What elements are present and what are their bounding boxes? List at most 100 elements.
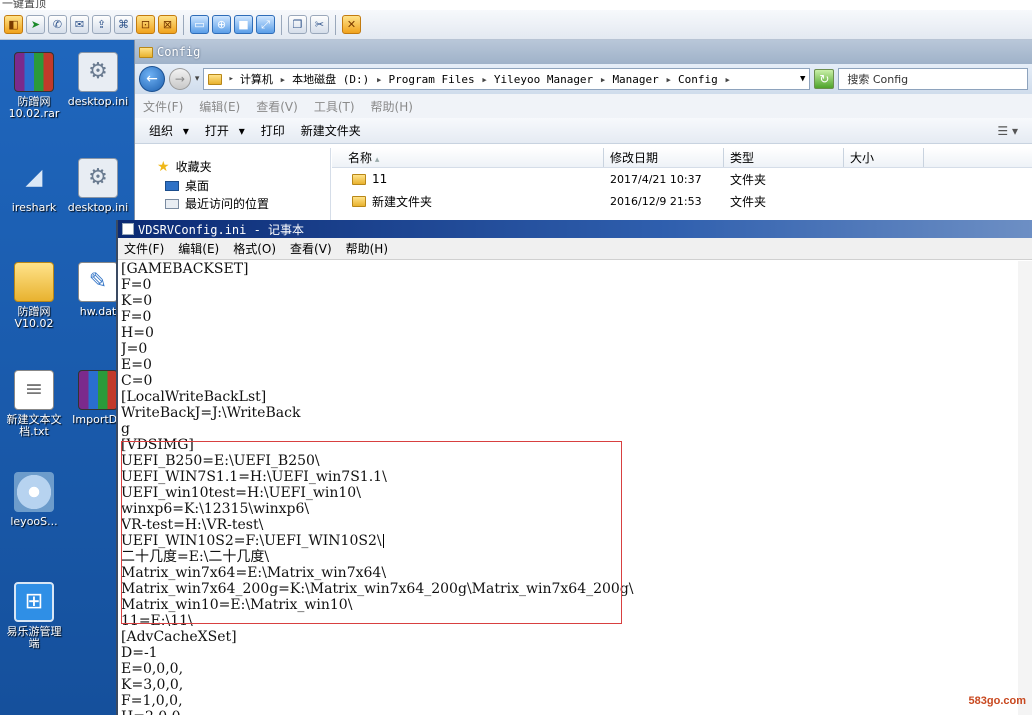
column-modified[interactable]: 修改日期 <box>604 148 724 167</box>
new-folder-button[interactable]: 新建文件夹 <box>301 122 361 139</box>
file-row[interactable]: 新建文件夹 2016/12/9 21:53 文件夹 <box>332 190 1032 212</box>
toolbar-separator <box>281 14 282 35</box>
desktop-icon-item[interactable]: ⊞ 易乐游管理 端 <box>2 582 66 650</box>
address-bar[interactable]: ▸ 计算机 本地磁盘 (D:) Program Files Yileyoo Ma… <box>203 68 811 90</box>
text-line: g <box>121 421 130 437</box>
breadcrumb-item[interactable]: Program Files <box>389 73 488 86</box>
desktop-icon-item[interactable]: leyooS... <box>2 472 66 528</box>
text-line: K=0 <box>121 293 153 309</box>
notepad-scrollbar[interactable] <box>1018 261 1032 715</box>
menu-edit[interactable]: 编辑(E) <box>199 98 240 115</box>
file-list-header: 名称 修改日期 类型 大小 <box>332 148 1032 168</box>
breadcrumb-item[interactable]: 本地磁盘 (D:) <box>292 71 382 87</box>
column-size[interactable]: 大小 <box>844 148 924 167</box>
text-line: winxp6=K:\12315\winxp6\ <box>121 501 310 517</box>
file-name: 新建文件夹 <box>372 194 433 209</box>
menu-help[interactable]: 帮助(H) <box>371 98 413 115</box>
watermark: 583go.com <box>968 695 1026 707</box>
text-line: J=0 <box>121 341 148 357</box>
nav-desktop[interactable]: 桌面 <box>165 177 209 194</box>
orange-square-icon[interactable]: ◧ <box>4 15 23 34</box>
address-dropdown-icon[interactable]: ▼ <box>800 74 805 84</box>
breadcrumb-item[interactable]: Config <box>678 73 731 86</box>
text-line: [VDSIMG] <box>121 437 194 453</box>
close-icon[interactable]: ✕ <box>342 15 361 34</box>
menu-view[interactable]: 查看(V) <box>290 240 332 257</box>
menu-edit[interactable]: 编辑(E) <box>178 240 219 257</box>
desktop-icon-item[interactable]: ≡ 新建文本文 档.txt <box>2 370 66 438</box>
explorer-menu-bar: 文件(F) 编辑(E) 查看(V) 工具(T) 帮助(H) <box>135 94 1032 118</box>
organize-button[interactable]: 组织 <box>149 122 189 139</box>
desktop-icon-item[interactable]: ◢ ireshark <box>2 158 66 214</box>
menu-file[interactable]: 文件(F) <box>124 240 164 257</box>
menu-file[interactable]: 文件(F) <box>143 98 183 115</box>
notepad-title-bar[interactable]: VDSRVConfig.ini - 记事本 <box>118 220 1032 238</box>
notepad-text-area[interactable]: [GAMEBACKSET] F=0 K=0 F=0 H=0 J=0 E=0 C=0 [Local… <box>121 261 1021 715</box>
message-icon[interactable]: ✉ <box>70 15 89 34</box>
unlock-icon[interactable]: ⊠ <box>158 15 177 34</box>
desktop-icon <box>165 180 179 191</box>
desktop-icon-label: desktop.ini <box>67 95 129 108</box>
desktop-icon-item[interactable]: ⚙ desktop.ini <box>66 52 130 108</box>
target-icon[interactable]: ⊕ <box>212 15 231 34</box>
upload-icon[interactable]: ⇪ <box>92 15 111 34</box>
column-type[interactable]: 类型 <box>724 148 844 167</box>
nav-favorites[interactable]: ★ 收藏夹 <box>157 158 212 175</box>
phone-icon[interactable]: ✆ <box>48 15 67 34</box>
column-name[interactable]: 名称 <box>332 148 604 167</box>
folder-icon <box>352 173 366 185</box>
wireshark-icon: ◢ <box>25 165 43 190</box>
text-line: UEFI_B250=E:\UEFI_B250\ <box>121 453 320 469</box>
menu-format[interactable]: 格式(O) <box>233 240 276 257</box>
breadcrumb-item[interactable]: 计算机 <box>240 71 286 87</box>
desktop-icon-label: 防蹭网 10.02.rar <box>8 95 60 120</box>
copy-icon[interactable]: ❐ <box>288 15 307 34</box>
text-line: [AdvCacheXSet] <box>121 629 237 645</box>
desktop-icon-label: 易乐游管理 端 <box>6 625 62 650</box>
square-icon[interactable]: ■ <box>234 15 253 34</box>
text-line: D=-1 <box>121 645 158 661</box>
tools-icon[interactable]: ✂ <box>310 15 329 34</box>
file-modified: 2016/12/9 21:53 <box>610 194 702 208</box>
print-button[interactable]: 打印 <box>261 122 285 139</box>
text-line: [GAMEBACKSET] <box>121 261 249 277</box>
recent-pages-dropdown[interactable]: ▾ <box>195 74 200 84</box>
expand-icon[interactable]: ⤢ <box>256 15 275 34</box>
breadcrumb-item[interactable]: Manager <box>612 73 672 86</box>
menu-view[interactable]: 查看(V) <box>256 98 298 115</box>
search-input[interactable]: 搜索 Config <box>838 68 1028 90</box>
forward-mail-icon[interactable]: ➤ <box>26 15 45 34</box>
text-caret <box>382 534 384 548</box>
desktop-icon-label: 新建文本文 档.txt <box>6 413 62 438</box>
text-line: UEFI_WIN10S2=F:\UEFI_WIN10S2\ <box>121 533 384 549</box>
refresh-button[interactable]: ↻ <box>814 69 835 89</box>
text-line: Matrix_win10=E:\Matrix_win10\ <box>121 597 353 613</box>
desktop: 防蹭网 10.02.rar ⚙ desktop.ini ◢ ireshark ⚙ deskt… <box>0 40 134 715</box>
menu-help[interactable]: 帮助(H) <box>346 240 388 257</box>
notepad-icon <box>122 223 134 235</box>
explorer-body: ★ 收藏夹 桌面 最近访问的位置 名称 修改日期 类型 大小 11 2017/4… <box>135 148 1032 222</box>
desktop-icon-item[interactable]: 防蹭网 V10.02 <box>2 262 66 330</box>
menu-tools[interactable]: 工具(T) <box>314 98 355 115</box>
nav-recent-places[interactable]: 最近访问的位置 <box>165 195 269 212</box>
recent-places-icon <box>165 198 179 209</box>
text-line: K=3,0,0, <box>121 677 184 693</box>
explorer-title-bar[interactable]: Config <box>135 40 1032 64</box>
lock-icon[interactable]: ⊡ <box>136 15 155 34</box>
desktop-icon-item[interactable]: ⚙ desktop.ini <box>66 158 130 214</box>
window-icon[interactable]: ▭ <box>190 15 209 34</box>
nav-favorites-label: 收藏夹 <box>175 160 212 174</box>
file-row[interactable]: 11 2017/4/21 10:37 文件夹 <box>332 168 1032 190</box>
desktop-icon-label: leyooS... <box>10 515 58 528</box>
notepad-menu-bar: 文件(F) 编辑(E) 格式(O) 查看(V) 帮助(H) <box>118 238 1032 260</box>
app-title-bar: 一键置顶 <box>0 0 1032 10</box>
chevron-right-icon: ▸ <box>228 74 234 84</box>
text-line: H=0 <box>121 325 154 341</box>
view-options-icon[interactable]: ☰ ▾ <box>997 124 1018 138</box>
back-button[interactable]: ← <box>139 66 165 92</box>
open-button[interactable]: 打开 <box>205 122 245 139</box>
breadcrumb-item[interactable]: Yileyoo Manager <box>494 73 607 86</box>
forward-button[interactable]: → <box>168 68 191 90</box>
network-icon[interactable]: ⌘ <box>114 15 133 34</box>
desktop-icon-item[interactable]: 防蹭网 10.02.rar <box>2 52 66 120</box>
